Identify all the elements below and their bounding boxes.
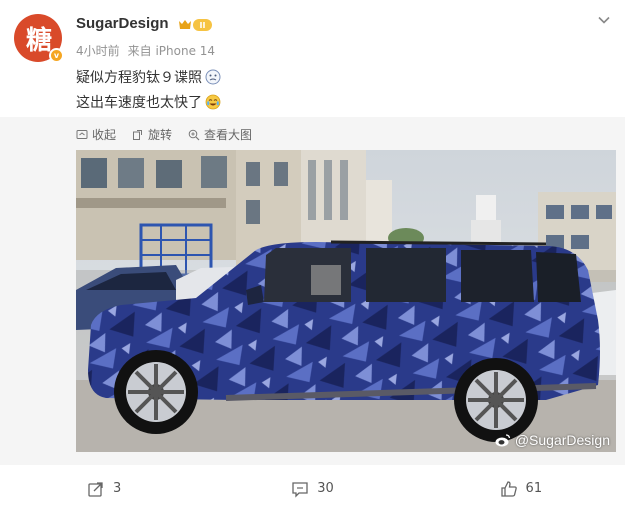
- member-level: II: [200, 21, 206, 30]
- action-bar: 3 30 61: [0, 470, 625, 507]
- comment-button[interactable]: 30: [208, 470, 416, 507]
- collect-label: 收起: [92, 128, 117, 142]
- watermark: @SugarDesign: [495, 432, 610, 448]
- cry-laugh-emoji-icon: [205, 94, 221, 110]
- media-area: 收起 旋转 查看大图 @SugarDesign: [0, 117, 625, 465]
- share-count: 3: [113, 481, 122, 496]
- post-time[interactable]: 4小时前: [76, 42, 120, 59]
- post-photo[interactable]: @SugarDesign: [76, 150, 616, 452]
- like-icon: [500, 480, 517, 497]
- post-source: 来自 iPhone 14: [127, 44, 216, 58]
- rotate-label: 旋转: [148, 128, 173, 142]
- rotate-icon: [133, 129, 143, 140]
- post-text-1: 疑似方程豹钛９谍照: [76, 70, 202, 86]
- like-count: 61: [525, 481, 543, 496]
- share-button[interactable]: 3: [0, 470, 208, 507]
- collect-icon: [76, 129, 88, 139]
- username[interactable]: SugarDesign: [76, 15, 169, 32]
- post-meta: 4小时前 来自 iPhone 14: [76, 42, 215, 59]
- weibo-logo-icon: [495, 434, 510, 447]
- view-large-icon: [188, 129, 200, 140]
- collect-button[interactable]: 收起: [76, 126, 116, 143]
- like-button[interactable]: 61: [417, 470, 625, 507]
- share-icon: [88, 481, 103, 497]
- post-text-line-1: 疑似方程豹钛９谍照: [76, 67, 221, 87]
- view-large-label: 查看大图: [204, 128, 253, 142]
- verified-badge-icon: v: [49, 48, 64, 63]
- comment-icon: [292, 481, 308, 498]
- post-text-2: 这出车速度也太快了: [76, 95, 202, 111]
- spy-photo-svg: [76, 150, 616, 452]
- thinking-emoji-icon: [205, 69, 221, 85]
- chevron-down-icon[interactable]: [597, 13, 611, 27]
- watermark-text: @SugarDesign: [514, 432, 610, 448]
- media-toolbar: 收起 旋转 查看大图: [76, 126, 252, 143]
- post-text-line-2: 这出车速度也太快了: [76, 92, 221, 112]
- comment-count: 30: [317, 481, 334, 496]
- member-badge-icon[interactable]: II: [177, 17, 214, 33]
- view-large-button[interactable]: 查看大图: [188, 126, 252, 143]
- weibo-post: 糖 v SugarDesign II 4小时前 来自 iPhone 14 疑似方…: [0, 0, 625, 507]
- rotate-button[interactable]: 旋转: [132, 126, 172, 143]
